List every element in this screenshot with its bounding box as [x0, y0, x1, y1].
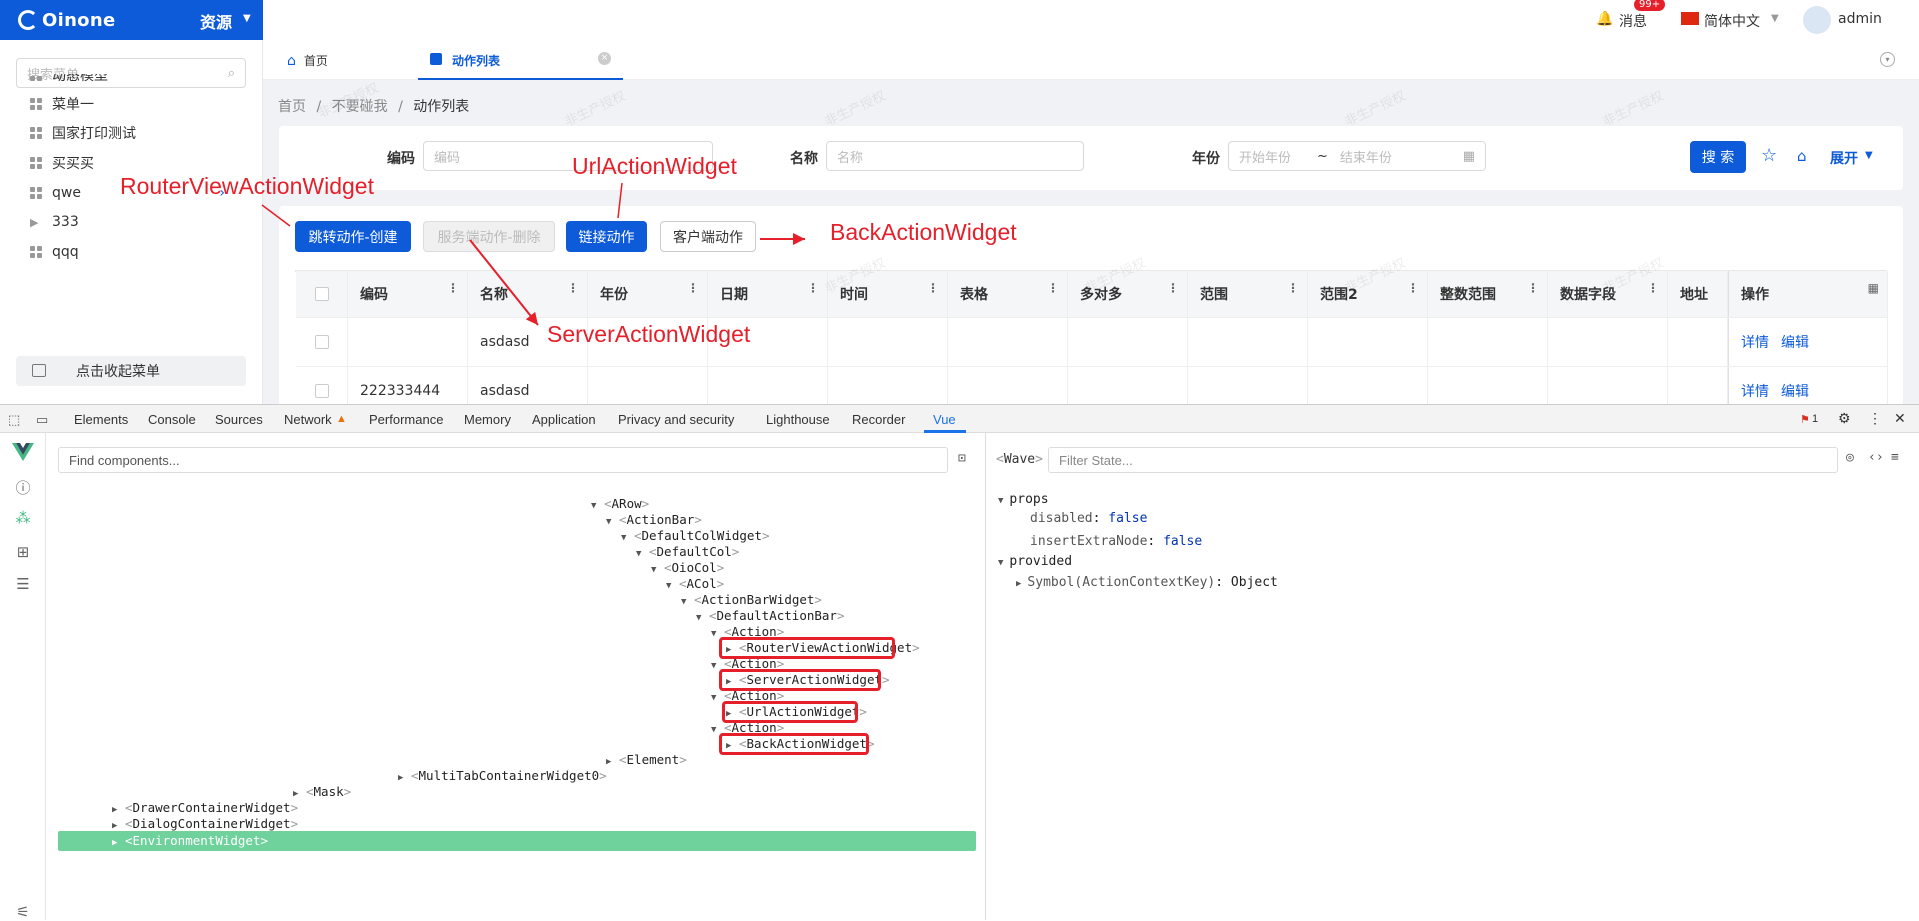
props-section[interactable]: ▼ props	[998, 491, 1049, 510]
code-icon[interactable]: ‹›	[1868, 450, 1884, 465]
devtools-tab[interactable]: Console	[148, 412, 196, 427]
devtools-panel: ⬚ ▭ Elements Console Sources Network ▲ P…	[0, 404, 1919, 921]
device-toolbar-icon[interactable]: ▭	[36, 412, 48, 428]
timeline-icon[interactable]: ☰	[14, 575, 32, 593]
devtools-tab[interactable]: Application	[532, 412, 596, 427]
highlight-back-action-widget	[719, 733, 869, 755]
warning-icon: ▲	[336, 413, 347, 425]
close-devtools-icon[interactable]: ✕	[1894, 410, 1906, 427]
state-prop: insertExtraNode: false	[1030, 534, 1203, 549]
component-state-pane: <Wave> Filter State... ◎ ‹› ≡ ▼ props dis…	[986, 433, 1919, 920]
state-provided[interactable]: ▶ Symbol(ActionContextKey): Object	[1016, 574, 1278, 593]
devtools-tab-bar: ⬚ ▭ Elements Console Sources Network ▲ P…	[0, 405, 1919, 433]
devtools-tab[interactable]: Performance	[369, 412, 443, 427]
pinia-tree-icon[interactable]: ⊞	[14, 543, 32, 561]
more-icon[interactable]: ≡	[1891, 450, 1899, 465]
find-components-input[interactable]: Find components...	[58, 447, 948, 473]
filter-state-input[interactable]: Filter State...	[1048, 447, 1838, 473]
devtools-tab[interactable]: Recorder	[852, 412, 905, 427]
more-options-icon[interactable]: ⋮	[1868, 410, 1882, 427]
issues-count: 1	[1812, 413, 1819, 425]
component-tree-pane: Find components... ⊡ ▼ <ARow> ▼ <ActionBar…	[46, 433, 986, 920]
select-component-icon[interactable]: ⊡	[958, 451, 966, 466]
info-icon[interactable]: ⓘ	[14, 477, 32, 497]
selected-component-name: <Wave>	[996, 452, 1043, 467]
tree-node[interactable]: ▶ <MultiTabContainerWidget0>	[398, 767, 607, 787]
scroll-to-component-icon[interactable]: ◎	[1846, 450, 1854, 465]
devtools-tab[interactable]: Memory	[464, 412, 511, 427]
provided-section[interactable]: ▼ provided	[998, 553, 1072, 572]
devtools-tab[interactable]: Elements	[74, 412, 128, 427]
devtools-tab[interactable]: Lighthouse	[766, 412, 830, 427]
highlight-url-action-widget	[722, 701, 858, 723]
inspect-element-icon[interactable]: ⬚	[8, 412, 20, 428]
components-icon[interactable]: ⁂	[14, 509, 32, 527]
tree-node[interactable]: ▶ <Element>	[606, 751, 687, 771]
tree-node[interactable]: ▶ <EnvironmentWidget>	[112, 832, 268, 852]
vue-logo-icon	[12, 443, 34, 461]
annotation-arrows	[261, 182, 805, 326]
tree-node[interactable]: ▶ <Mask>	[293, 783, 351, 803]
devtools-tab[interactable]: Network	[284, 412, 332, 427]
highlight-router-view-action-widget	[719, 637, 895, 659]
sliders-icon[interactable]: ⚟	[14, 903, 32, 921]
state-prop: disabled: false	[1030, 511, 1148, 526]
devtools-tab[interactable]: Privacy and security	[618, 412, 734, 427]
issues-icon[interactable]: ⚑	[1800, 413, 1810, 426]
devtools-tab[interactable]: Sources	[215, 412, 263, 427]
devtools-tab-vue[interactable]: Vue	[933, 412, 956, 427]
settings-gear-icon[interactable]: ⚙	[1838, 410, 1851, 427]
highlight-server-action-widget	[719, 669, 881, 691]
app-viewport: Oinone 资源 ▼ 搜索菜单 ⌕ 动态模型 菜单一 国家打印测试 买买买 q…	[0, 0, 1919, 404]
vue-devtools-sidebar: ⓘ ⁂ ⊞ ☰ ⚟	[0, 433, 46, 921]
